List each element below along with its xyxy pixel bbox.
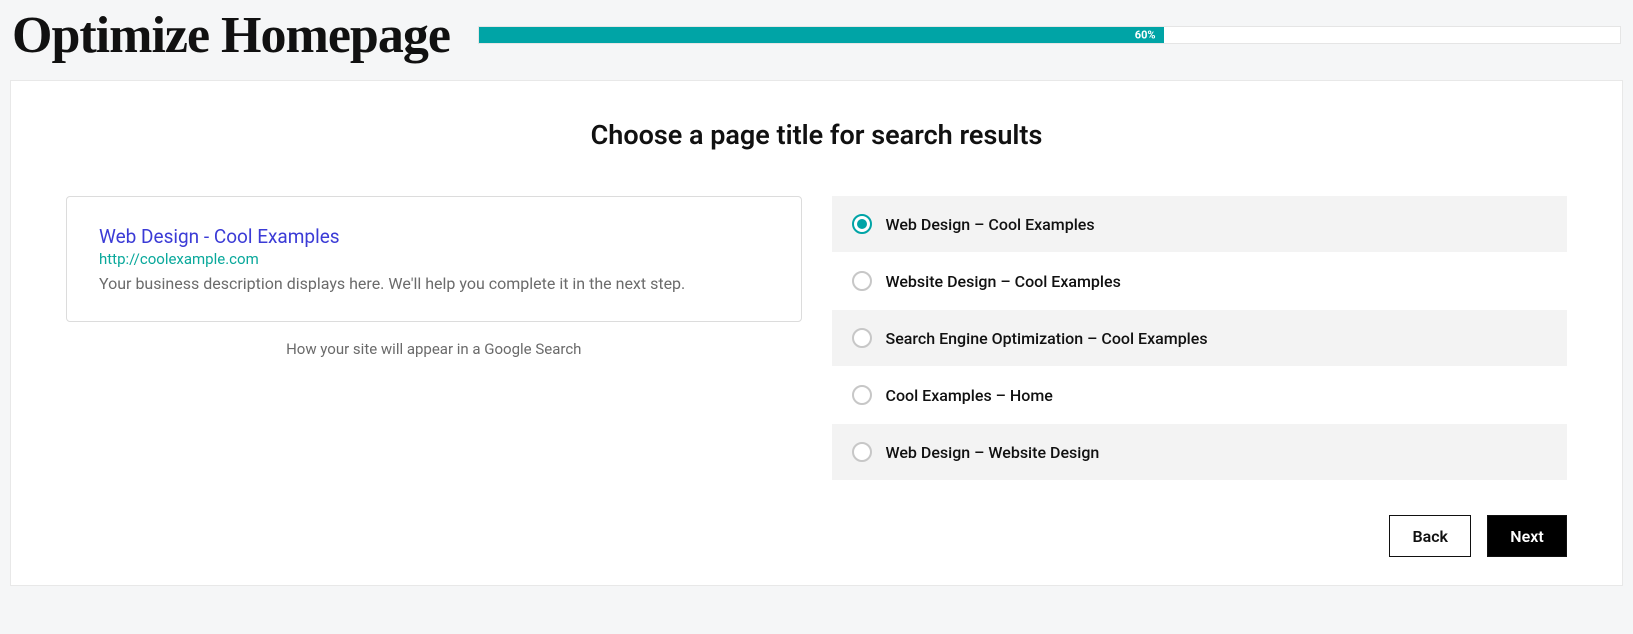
header-bar: Optimize Homepage 60%	[0, 0, 1633, 70]
title-option[interactable]: Web Design – Website Design	[832, 424, 1568, 481]
preview-title: Web Design - Cool Examples	[99, 225, 769, 248]
radio-icon	[852, 385, 872, 405]
next-button[interactable]: Next	[1487, 515, 1567, 557]
radio-icon	[852, 328, 872, 348]
search-preview-box: Web Design - Cool Examples http://coolex…	[66, 196, 802, 322]
title-option[interactable]: Web Design – Cool Examples	[832, 196, 1568, 253]
title-option-label: Web Design – Cool Examples	[886, 215, 1095, 234]
page-title: Optimize Homepage	[12, 6, 450, 65]
progress-bar: 60%	[478, 26, 1621, 44]
title-option-label: Cool Examples – Home	[886, 386, 1053, 405]
preview-column: Web Design - Cool Examples http://coolex…	[66, 196, 802, 358]
title-option-list: Web Design – Cool Examples Website Desig…	[832, 196, 1568, 481]
radio-icon	[852, 271, 872, 291]
radio-icon	[852, 214, 872, 234]
options-column: Web Design – Cool Examples Website Desig…	[832, 196, 1568, 481]
title-option-label: Website Design – Cool Examples	[886, 272, 1121, 291]
radio-icon	[852, 442, 872, 462]
preview-url: http://coolexample.com	[99, 250, 769, 268]
section-heading: Choose a page title for search results	[66, 119, 1567, 151]
preview-description: Your business description displays here.…	[99, 274, 769, 293]
button-row: Back Next	[66, 515, 1567, 557]
progress-label: 60%	[1135, 29, 1156, 42]
back-button[interactable]: Back	[1389, 515, 1471, 557]
title-option[interactable]: Cool Examples – Home	[832, 367, 1568, 424]
progress-fill: 60%	[479, 27, 1164, 43]
two-column-layout: Web Design - Cool Examples http://coolex…	[66, 196, 1567, 481]
title-option[interactable]: Search Engine Optimization – Cool Exampl…	[832, 310, 1568, 367]
title-option-label: Web Design – Website Design	[886, 443, 1100, 462]
title-option-label: Search Engine Optimization – Cool Exampl…	[886, 329, 1208, 348]
preview-caption: How your site will appear in a Google Se…	[66, 340, 802, 358]
title-option[interactable]: Website Design – Cool Examples	[832, 253, 1568, 310]
main-card: Choose a page title for search results W…	[10, 80, 1623, 586]
